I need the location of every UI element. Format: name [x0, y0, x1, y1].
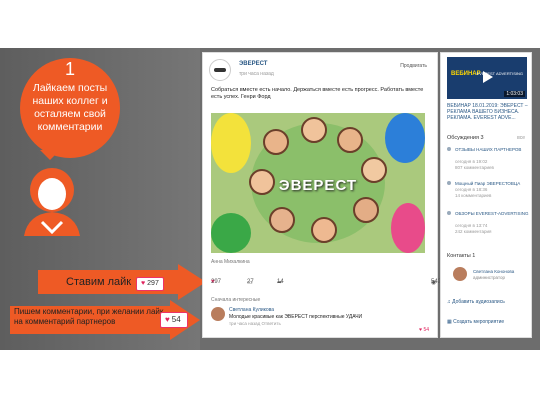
shirt-green: [211, 213, 251, 253]
community-logo[interactable]: [209, 59, 231, 81]
photo-watermark: ЭВЕРЕСТ: [278, 177, 358, 194]
shirt-blue: [385, 113, 425, 163]
step-number: 1: [64, 59, 75, 79]
photo-author[interactable]: Анна Михалкина: [211, 259, 250, 265]
discussion-icon: [447, 181, 451, 185]
create-event-link[interactable]: ▦ Создать мероприятие: [447, 319, 504, 325]
calendar-icon: ▦: [447, 319, 452, 325]
discussion-title: ОБЗОРЫ EVEREST-ADVERTISING: [455, 211, 529, 216]
discussion-title: ОТЗЫВЫ НАШИХ ПАРТНЕРОВ: [455, 147, 522, 152]
contact-name[interactable]: Светлана Кононова: [473, 269, 514, 274]
comment-count: 27: [247, 279, 254, 285]
post-header: ЭВЕРЕСТ три часа назад Продвигать: [209, 59, 433, 83]
person-icon: [24, 168, 80, 236]
commenter-avatar[interactable]: [211, 307, 225, 321]
post-author[interactable]: ЭВЕРЕСТ: [239, 61, 267, 67]
heart-icon: ♥: [165, 315, 170, 324]
create-event-label: Создать мероприятие: [453, 319, 505, 325]
discussion-icon: [447, 211, 451, 215]
discussion-meta: сегодня в 18:36: [455, 187, 488, 192]
comment-like-count: 54: [423, 327, 429, 333]
shirt-yellow: [211, 113, 251, 173]
post-text: Собраться вместе есть начало. Держаться …: [211, 87, 424, 100]
discussion-count: 807 комментариев: [455, 165, 494, 170]
person-face: [337, 127, 363, 153]
music-icon: ♫: [447, 299, 451, 305]
discussions-header[interactable]: Обсуждения 3: [447, 135, 484, 141]
video-duration: 1:03:03: [504, 91, 525, 97]
vk-post: ЭВЕРЕСТ три часа назад Продвигать Собрат…: [202, 52, 441, 338]
discussion-meta: сегодня в 13:74: [455, 223, 488, 228]
post-actions: ♥ 297 ▭ 27 ➦ 14 ◉ 542: [211, 279, 441, 291]
discussion-icon: [447, 147, 451, 151]
discussion-title: Мощный Пиар ЭВЕРЕСТОВЦА: [455, 181, 521, 186]
like-chip-count: 297: [147, 280, 159, 287]
comment-like[interactable]: ♥ 54: [419, 327, 429, 333]
like-chip: ♥ 297: [136, 277, 164, 291]
heart-icon: ♥: [141, 280, 146, 287]
comments-sort[interactable]: Сначала интересные: [211, 297, 431, 303]
post-photo[interactable]: ЭВЕРЕСТ: [211, 113, 425, 253]
video-tag: EVEREST ADVERTISING: [476, 71, 523, 76]
like-count: 297: [211, 279, 222, 285]
contact-role: администратор: [473, 275, 505, 280]
person-face: [311, 217, 337, 243]
discussion-meta: сегодня в 19:02: [455, 159, 488, 164]
video-title[interactable]: ВЕБИНАР 18.01.2019: ЭВЕРЕСТ – РЕКЛАМА ВА…: [447, 103, 529, 121]
post-time[interactable]: три часа назад: [239, 71, 274, 77]
shirt-pink: [391, 203, 425, 253]
person-face: [301, 117, 327, 143]
comment-label: Пишем комментарии, при желании лайк на к…: [14, 307, 164, 326]
person-face: [269, 207, 295, 233]
comment-time[interactable]: три часа назад Ответить: [229, 321, 281, 326]
comment-like-chip-count: 54: [171, 315, 181, 324]
step-text: Лайкаем посты наших коллег и осталяем св…: [32, 82, 108, 133]
speech-bubble-tail: [40, 150, 60, 160]
person-face: [263, 129, 289, 155]
contact-avatar[interactable]: [453, 267, 467, 281]
commenter-name[interactable]: Светлана Куликова: [229, 307, 274, 313]
community-sidebar: ВЕБИНАР EVEREST ADVERTISING 1:03:03 ВЕБИ…: [440, 52, 532, 338]
like-label: Ставим лайк: [66, 276, 132, 288]
discussions-all[interactable]: все: [517, 135, 525, 141]
comment-text: Молодые красивые как ЭВЕРЕСТ перспективн…: [229, 314, 363, 320]
person-face: [353, 197, 379, 223]
add-audio-label: Добавить аудиозапись: [452, 299, 505, 305]
speech-bubble: 1 Лайкаем посты наших коллег и осталяем …: [20, 58, 120, 158]
discussion-count: 14 комментариев: [455, 193, 492, 198]
comments-section: Сначала интересные Светлана Куликова Мол…: [211, 297, 431, 333]
comment-like-chip: ♥ 54: [160, 312, 188, 328]
discussion-count: 242 комментария: [455, 229, 492, 234]
promote-button[interactable]: Продвигать: [400, 63, 427, 69]
contacts-header[interactable]: Контакты 1: [447, 253, 475, 259]
video-thumbnail[interactable]: ВЕБИНАР EVEREST ADVERTISING 1:03:03: [447, 57, 527, 99]
add-audio-link[interactable]: ♫ Добавить аудиозапись: [447, 299, 505, 305]
share-count: 14: [277, 279, 284, 285]
